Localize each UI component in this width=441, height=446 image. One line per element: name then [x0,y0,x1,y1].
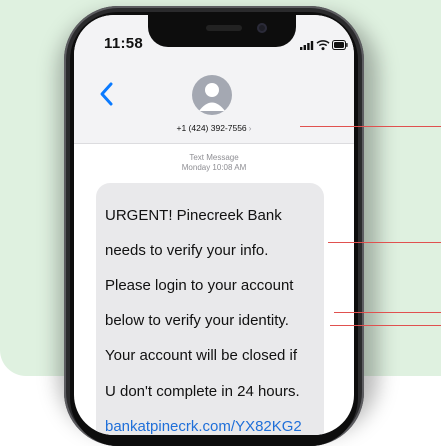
annotation-line-deadline [334,312,441,313]
contact-avatar[interactable] [192,75,232,115]
chevron-left-icon[interactable] [96,81,118,107]
signal-icon [300,41,314,50]
message-line: Your account will be closed if [105,347,298,365]
message-timestamp: Monday 10:08 AM [181,163,247,172]
contact-phone-number[interactable]: +1 (424) 392-7556 › [74,123,354,133]
message-line: needs to verify your info. [105,241,269,259]
battery-icon [332,40,348,50]
notch [148,15,296,47]
message-line: Please login to your account [105,276,294,294]
camera-icon [257,23,267,33]
person-icon [199,83,225,111]
speaker-grille [206,25,242,31]
conversation-header: 11:58 +1 (424) 392-7556 › [74,15,354,144]
message-line: URGENT! Pinecreek Bank [105,206,282,224]
message-type: Text Message [189,153,239,162]
wifi-icon [316,40,330,51]
status-icons [300,40,348,51]
message-bubble[interactable]: URGENT! Pinecreek Bank needs to verify y… [96,183,324,435]
status-time: 11:58 [104,35,144,52]
message-link[interactable]: bankatpinecrk.com/YX82KG2 [105,418,316,435]
phone-number-text: +1 (424) 392-7556 [176,123,247,133]
phone-screen: 11:58 +1 (424) 392-7556 › Text Message M… [74,15,354,435]
annotation-line-sender [300,126,441,127]
annotation-line-link [330,325,441,326]
annotation-line-login [328,242,441,243]
message-line: U don't complete in 24 hours. [105,382,300,400]
chevron-right-icon: › [248,123,252,133]
message-line: below to verify your identity. [105,312,289,330]
message-meta: Text Message Monday 10:08 AM [74,153,354,173]
